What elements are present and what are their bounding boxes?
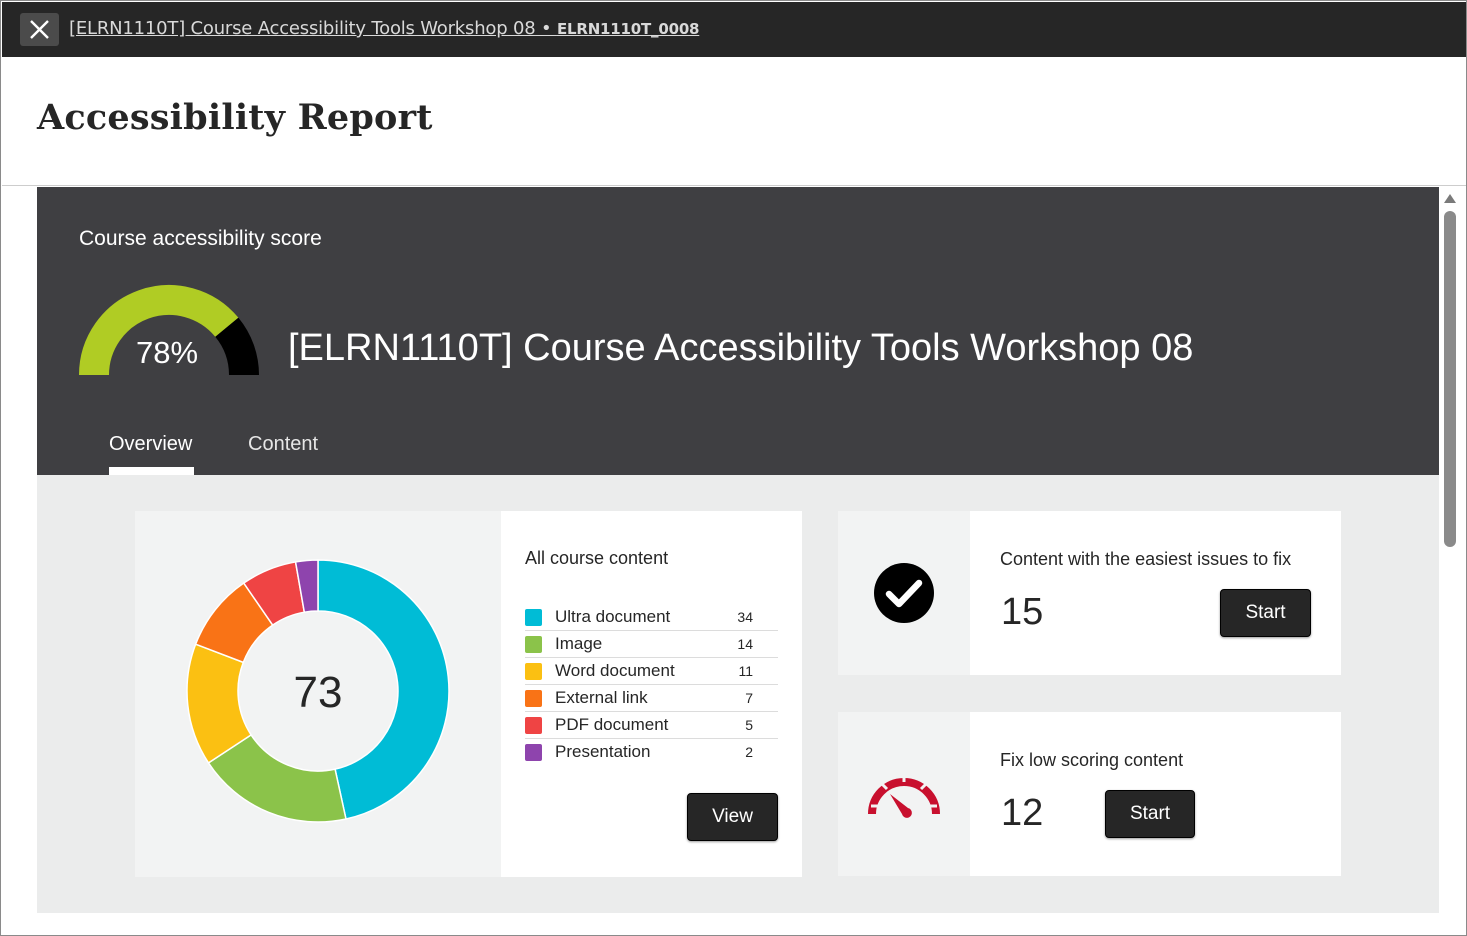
all-content-card: 73 All course content Ultra document 34 Im…: [135, 511, 802, 877]
tab-overview[interactable]: Overview: [109, 433, 192, 456]
score-label: Course accessibility score: [79, 227, 322, 250]
breadcrumb-separator: •: [535, 18, 557, 39]
legend-swatch: [525, 717, 542, 734]
scrollbar-thumb[interactable]: [1444, 211, 1456, 547]
legend-value: 7: [745, 690, 753, 706]
legend-value: 2: [745, 744, 753, 760]
legend-swatch: [525, 744, 542, 761]
legend-item: PDF document 5: [525, 712, 778, 739]
legend-value: 14: [737, 636, 753, 652]
task-count: 15: [1001, 591, 1044, 633]
legend-item: Image 14: [525, 631, 778, 658]
top-bar: [ELRN1110T] Course Accessibility Tools W…: [2, 2, 1466, 57]
legend-label: Word document: [555, 661, 675, 680]
header-divider: [2, 185, 1466, 186]
donut-panel: 73: [135, 511, 501, 877]
score-hero: Course accessibility score 78% [ELRN1110…: [37, 187, 1439, 475]
task-icon-panel: [838, 511, 970, 675]
task-title: Fix low scoring content: [1000, 750, 1184, 770]
content-legend: Ultra document 34 Image 14 Word document 11 Ex…: [525, 604, 778, 766]
legend-item: Presentation 2: [525, 739, 778, 766]
legend-item: External link 7: [525, 685, 778, 712]
active-tab-indicator: [109, 467, 194, 475]
gauge-remaining-arc: [214, 317, 259, 375]
view-button[interactable]: View: [687, 793, 778, 841]
low-scoring-card: Fix low scoring content 12 Start: [838, 712, 1341, 876]
legend-swatch: [525, 663, 542, 680]
checkmark-circle-icon: [874, 563, 934, 623]
donut-total: 73: [293, 668, 343, 717]
start-easiest-button[interactable]: Start: [1220, 589, 1311, 637]
course-name: [ELRN1110T] Course Accessibility Tools W…: [288, 327, 1194, 369]
course-link-text: [ELRN1110T] Course Accessibility Tools W…: [69, 18, 536, 39]
legend-title: All course content: [525, 548, 669, 568]
task-count: 12: [1001, 792, 1044, 834]
page-title: Accessibility Report: [37, 97, 433, 138]
scroll-up-arrow[interactable]: [1444, 194, 1456, 203]
course-breadcrumb-link[interactable]: [ELRN1110T] Course Accessibility Tools W…: [69, 18, 699, 39]
legend-label: External link: [555, 688, 648, 707]
tab-content[interactable]: Content: [248, 433, 318, 456]
score-percent: 78%: [136, 335, 199, 370]
legend-item: Word document 11: [525, 658, 778, 685]
speedometer-icon: [868, 774, 940, 818]
task-icon-panel: [838, 712, 970, 876]
legend-swatch: [525, 609, 542, 626]
report-window: [ELRN1110T] Course Accessibility Tools W…: [0, 0, 1467, 936]
overview-panel: 73 All course content Ultra document 34 Im…: [37, 475, 1439, 913]
start-low-scoring-button[interactable]: Start: [1105, 790, 1195, 838]
task-title: Content with the easiest issues to fix: [1000, 549, 1292, 569]
close-button[interactable]: [20, 13, 59, 46]
close-icon: [30, 20, 49, 39]
legend-value: 11: [738, 663, 753, 679]
legend-item: Ultra document 34: [525, 604, 778, 631]
legend-label: Image: [555, 634, 603, 653]
easiest-issues-card: Content with the easiest issues to fix 1…: [838, 511, 1341, 675]
legend-swatch: [525, 690, 542, 707]
legend-label: PDF document: [555, 715, 669, 734]
course-code: ELRN1110T_0008: [556, 20, 700, 38]
legend-label: Ultra document: [555, 607, 671, 626]
legend-swatch: [525, 636, 542, 653]
legend-value: 34: [737, 609, 753, 625]
legend-label: Presentation: [555, 742, 651, 761]
legend-value: 5: [745, 717, 753, 733]
